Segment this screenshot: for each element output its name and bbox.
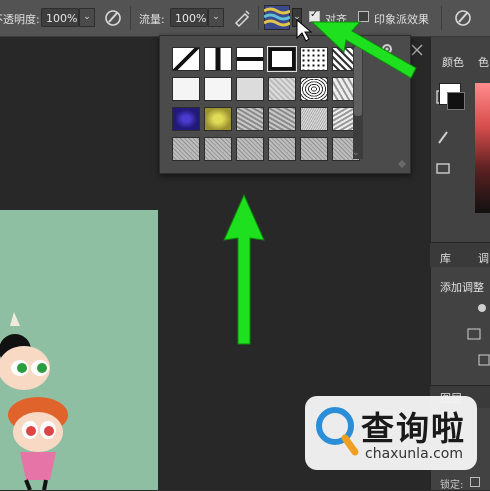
magnifier-logo-icon [316, 407, 359, 456]
watermark-logo: 查询啦 chaxunla.com [305, 396, 477, 470]
mouse-cursor-icon [296, 18, 313, 42]
watermark-url: chaxunla.com [365, 446, 463, 462]
annotation-arrow-up [223, 193, 265, 345]
annotation-arrow-left [310, 21, 417, 79]
watermark-title: 查询啦 [361, 409, 466, 448]
